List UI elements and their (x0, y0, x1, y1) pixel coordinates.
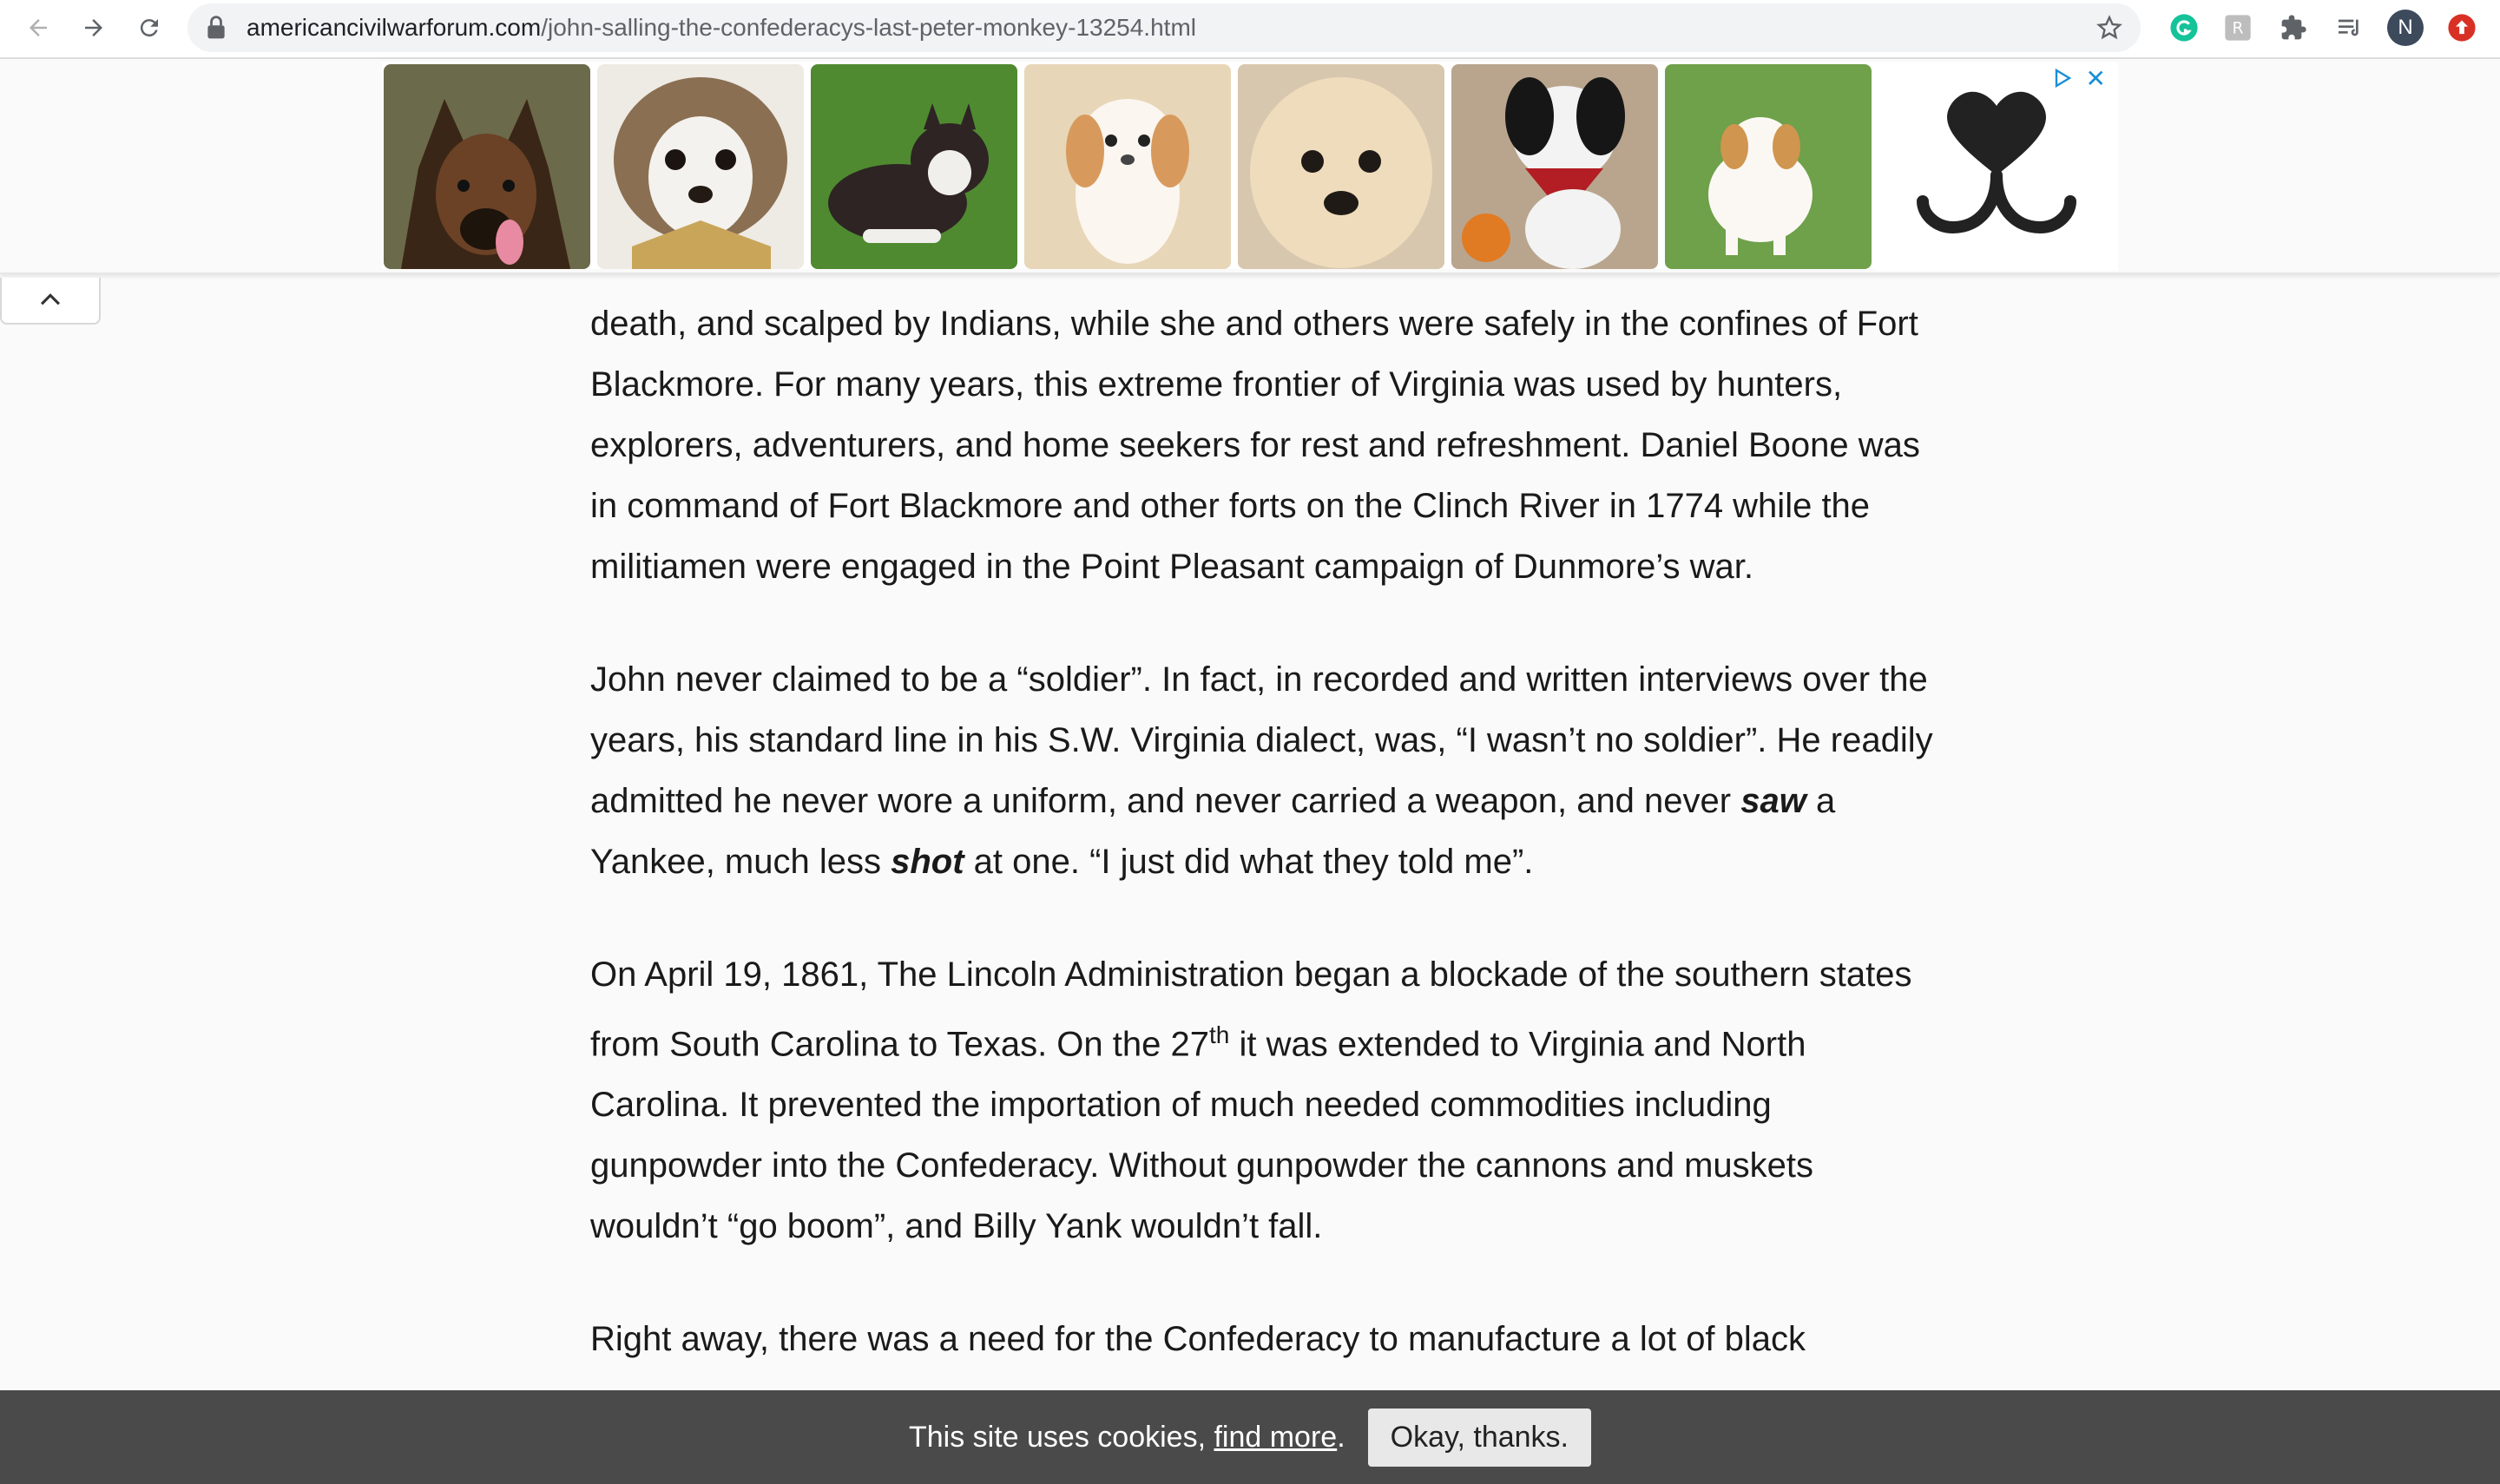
cookie-text: This site uses cookies, (908, 1420, 1214, 1454)
paragraph-text: John never claimed to be a “soldier”. In… (590, 660, 1933, 820)
grammarly-icon (2170, 14, 2198, 42)
url-text: americancivilwarforum.com/john-salling-t… (247, 16, 1196, 40)
update-icon (2448, 14, 2476, 42)
ad-thumb-cavalier[interactable] (1024, 64, 1231, 269)
dog-nose-heart-logo (1917, 91, 2076, 234)
cookie-message: This site uses cookies, find more. (909, 1421, 1345, 1454)
ad-image-strip[interactable] (382, 62, 1875, 269)
cookie-find-more-link[interactable]: find more (1214, 1421, 1337, 1454)
extension-button[interactable]: R (2219, 9, 2257, 47)
chevron-up-icon (40, 293, 61, 305)
ad-thumb-cavachon[interactable] (1665, 64, 1872, 269)
extensions-menu-button[interactable] (2274, 9, 2312, 47)
back-arrow-icon (30, 19, 47, 36)
svg-text:R: R (2233, 20, 2244, 38)
ad-thumb-maltipoo[interactable] (1238, 64, 1444, 269)
article-paragraph: John never claimed to be a “soldier”. In… (590, 649, 1944, 892)
update-button[interactable] (2443, 9, 2481, 47)
ad-close-icon[interactable]: ✕ (2086, 66, 2106, 92)
article-body: death, and scalped by Indians, while she… (590, 293, 1944, 1422)
puzzle-icon (2281, 15, 2306, 40)
grammarly-extension-button[interactable] (2165, 9, 2203, 47)
emphasis-saw: saw (1740, 782, 1806, 820)
url-domain: americancivilwarforum.com (247, 14, 542, 41)
article-paragraph: Right away, there was a need for the Con… (590, 1320, 1806, 1359)
ad-thumb-german-shepherd[interactable] (384, 64, 590, 269)
cookie-period: . (1337, 1420, 1345, 1454)
ad-choices-icon[interactable] (2052, 68, 2073, 89)
extension-icon: R (2225, 15, 2251, 41)
browser-toolbar: americancivilwarforum.com/john-salling-t… (0, 0, 2500, 59)
ordinal-suffix: th (1209, 1021, 1230, 1048)
emphasis-shot: shot (891, 843, 964, 881)
back-button[interactable] (17, 7, 59, 49)
star-icon[interactable] (2095, 14, 2123, 42)
cookie-consent-bar: This site uses cookies, find more. Okay,… (0, 1390, 2500, 1484)
article-paragraph: death, and scalped by Indians, while she… (590, 305, 1920, 586)
ad-logo[interactable]: ✕ (1875, 62, 2118, 271)
reading-list-button[interactable] (2330, 9, 2368, 47)
reload-button[interactable] (128, 7, 170, 49)
collapse-ad-button[interactable] (0, 278, 101, 325)
article-paragraph: On April 19, 1861, The Lincoln Administr… (590, 944, 1944, 1257)
ad-banner: ✕ (0, 59, 2500, 274)
reading-list-icon (2339, 19, 2359, 36)
url-path: /john-salling-the-confederacys-last-pete… (541, 14, 1196, 41)
address-bar[interactable]: americancivilwarforum.com/john-salling-t… (188, 3, 2141, 52)
cookie-accept-button[interactable]: Okay, thanks. (1367, 1408, 1592, 1467)
reload-icon (140, 19, 158, 37)
profile-avatar[interactable]: N (2387, 10, 2424, 46)
forward-arrow-icon (85, 19, 102, 36)
ad-thumb-bernedoodle[interactable] (1451, 64, 1658, 269)
forward-button[interactable] (73, 7, 115, 49)
lock-icon (207, 16, 225, 39)
ad-thumb-husky[interactable] (811, 64, 1017, 269)
paragraph-text: at one. “I just did what they told me”. (964, 843, 1534, 881)
ad-thumb-shih-tzu[interactable] (597, 64, 804, 269)
